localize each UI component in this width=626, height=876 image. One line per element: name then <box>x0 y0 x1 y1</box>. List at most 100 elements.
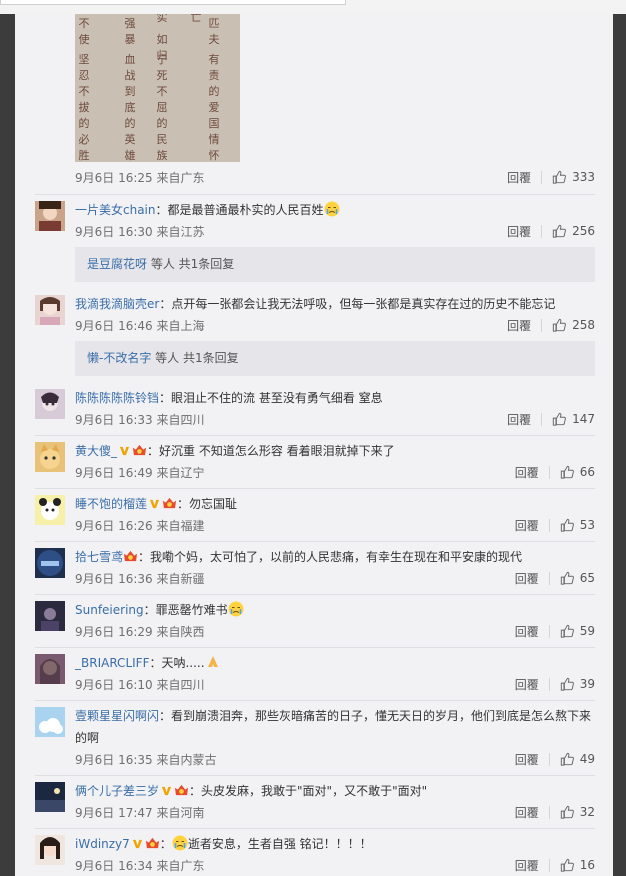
thumbs-up-icon[interactable] <box>560 624 574 638</box>
like-count[interactable]: 258 <box>572 318 595 332</box>
comment-text: 罪恶罄竹难书 <box>155 603 228 617</box>
cry-emoji-icon <box>228 601 244 617</box>
comment-photo[interactable]: 不使 强暴 实 如归 亡 匹夫 坚忍不拔的必胜信念 血战到底的英雄气概 宁死不屈… <box>75 14 240 162</box>
avatar[interactable] <box>35 295 65 325</box>
comment-meta: 9月6日 16:34 来自广东 <box>75 859 205 873</box>
comment-text-line: 我滴我滴脑壳er：点开每一张都会让我无法呼吸，但每一张都是真实存在过的历史不能忘… <box>75 293 595 315</box>
thumbs-up-icon[interactable] <box>560 465 574 479</box>
thumbs-up-icon[interactable] <box>560 858 574 872</box>
colon: ： <box>155 203 168 217</box>
reply-button[interactable]: 回覆 <box>507 317 531 334</box>
username-link[interactable]: 睡不饱的榴莲 <box>75 497 147 511</box>
username-link[interactable]: 一片美女chain <box>75 203 156 217</box>
avatar[interactable] <box>35 548 65 578</box>
comment-meta: 9月6日 17:47 来自河南 <box>75 806 205 820</box>
colon: ： <box>177 497 190 511</box>
colon: ： <box>149 656 162 670</box>
comment-text-line: 黄大傻_ ：好沉重 不知道怎么形容 看着眼泪就掉下来了 <box>75 440 595 462</box>
thumbs-up-icon[interactable] <box>560 518 574 532</box>
like-count[interactable]: 147 <box>572 412 595 426</box>
colon: ： <box>159 391 172 405</box>
thumbs-up-icon[interactable] <box>552 224 566 238</box>
username-link[interactable]: 陈陈陈陈陈铃铛 <box>75 391 159 405</box>
photo-text: 亡 <box>190 14 202 24</box>
reply-button[interactable]: 回覆 <box>515 570 539 587</box>
divider <box>35 541 595 542</box>
username-link[interactable]: 黄大傻_ <box>75 444 117 458</box>
reply-button[interactable]: 回覆 <box>515 517 539 534</box>
username-link[interactable]: 拾七雪鸢 <box>75 550 123 564</box>
avatar[interactable] <box>35 707 65 737</box>
browser-top-strip <box>0 0 626 14</box>
username-link[interactable]: 壹颗星星闪啊闪 <box>75 709 159 723</box>
like-count[interactable]: 59 <box>580 624 595 638</box>
thumbs-up-icon[interactable] <box>552 412 566 426</box>
like-count[interactable]: 39 <box>580 677 595 691</box>
address-bar[interactable] <box>0 0 346 5</box>
like-count[interactable]: 49 <box>580 752 595 766</box>
comment-text: 天呐..... <box>161 656 205 670</box>
reply-button[interactable]: 回覆 <box>515 751 539 768</box>
username-link[interactable]: 我滴我滴脑壳er <box>75 297 159 311</box>
like-count[interactable]: 256 <box>572 224 595 238</box>
avatar[interactable] <box>35 201 65 231</box>
sub-reply-summary[interactable]: 是豆腐花呀 等人 共1条回复 <box>75 247 595 282</box>
like-count[interactable]: 16 <box>580 858 595 872</box>
reply-button[interactable]: 回覆 <box>515 623 539 640</box>
crown-badge-icon <box>145 837 159 849</box>
like-count[interactable]: 65 <box>580 571 595 585</box>
comment-text: 我嘞个妈，太可怕了，以前的人民悲痛，有幸生在现在和平安康的现代 <box>150 550 523 564</box>
divider <box>541 412 543 426</box>
reply-button[interactable]: 回覆 <box>507 411 531 428</box>
username-link[interactable]: 俩个儿子差三岁 <box>75 784 159 798</box>
comment-text-line: 拾七雪鸢 ：我嘞个妈，太可怕了，以前的人民悲痛，有幸生在现在和平安康的现代 <box>75 546 595 568</box>
photo-text: 有责的爱国情怀 <box>208 53 220 162</box>
comment-meta: 9月6日 16:36 来自新疆 <box>75 572 205 586</box>
thumbs-up-icon[interactable] <box>560 571 574 585</box>
comment-actions: 回覆 53 <box>515 515 595 535</box>
comment-actions: 回覆 49 <box>515 749 595 769</box>
avatar[interactable] <box>35 835 65 865</box>
avatar[interactable] <box>35 601 65 631</box>
sub-reply-user-link[interactable]: 懒-不改名字 <box>87 351 151 365</box>
divider <box>548 465 550 479</box>
reply-button[interactable]: 回覆 <box>515 464 539 481</box>
avatar[interactable] <box>35 782 65 812</box>
comment-meta: 9月6日 16:10 来自四川 <box>75 678 205 692</box>
like-count[interactable]: 66 <box>580 465 595 479</box>
thumbs-up-icon[interactable] <box>560 752 574 766</box>
username-link[interactable]: Sunfeiering <box>75 603 144 617</box>
sub-reply-count[interactable]: 等人 共1条回复 <box>147 257 234 271</box>
reply-button[interactable]: 回覆 <box>515 857 539 874</box>
comment-actions: 回覆 59 <box>515 621 595 641</box>
username-link[interactable]: _BRIARCLIFF <box>75 656 149 670</box>
divider <box>35 594 595 595</box>
sub-reply-user-link[interactable]: 是豆腐花呀 <box>87 257 147 271</box>
comment-meta: 9月6日 16:30 来自江苏 <box>75 225 205 239</box>
reply-button[interactable]: 回覆 <box>515 676 539 693</box>
colon: ： <box>189 784 202 798</box>
avatar[interactable] <box>35 495 65 525</box>
avatar[interactable] <box>35 654 65 684</box>
divider <box>35 435 595 436</box>
username-link[interactable]: iWdinzy7 <box>75 837 130 851</box>
sub-reply-summary[interactable]: 懒-不改名字 等人 共1条回复 <box>75 341 595 376</box>
reply-button[interactable]: 回覆 <box>507 169 531 186</box>
thumbs-up-icon[interactable] <box>552 318 566 332</box>
like-count[interactable]: 53 <box>580 518 595 532</box>
like-count[interactable]: 32 <box>580 805 595 819</box>
divider <box>541 170 543 184</box>
like-count[interactable]: 333 <box>572 170 595 184</box>
thumbs-up-icon[interactable] <box>552 170 566 184</box>
avatar[interactable] <box>35 442 65 472</box>
reply-button[interactable]: 回覆 <box>507 223 531 240</box>
reply-button[interactable]: 回覆 <box>515 804 539 821</box>
vip-v-icon <box>161 786 172 796</box>
sub-reply-count[interactable]: 等人 共1条回复 <box>151 351 238 365</box>
avatar[interactable] <box>35 389 65 419</box>
comment-actions: 回覆 66 <box>515 462 595 482</box>
comment-text-line: 壹颗星星闪啊闪：看到崩溃泪奔，那些灰暗痛苦的日子，懂无天日的岁月，他们到底是怎么… <box>75 705 595 749</box>
divider <box>35 775 595 776</box>
thumbs-up-icon[interactable] <box>560 677 574 691</box>
thumbs-up-icon[interactable] <box>560 805 574 819</box>
